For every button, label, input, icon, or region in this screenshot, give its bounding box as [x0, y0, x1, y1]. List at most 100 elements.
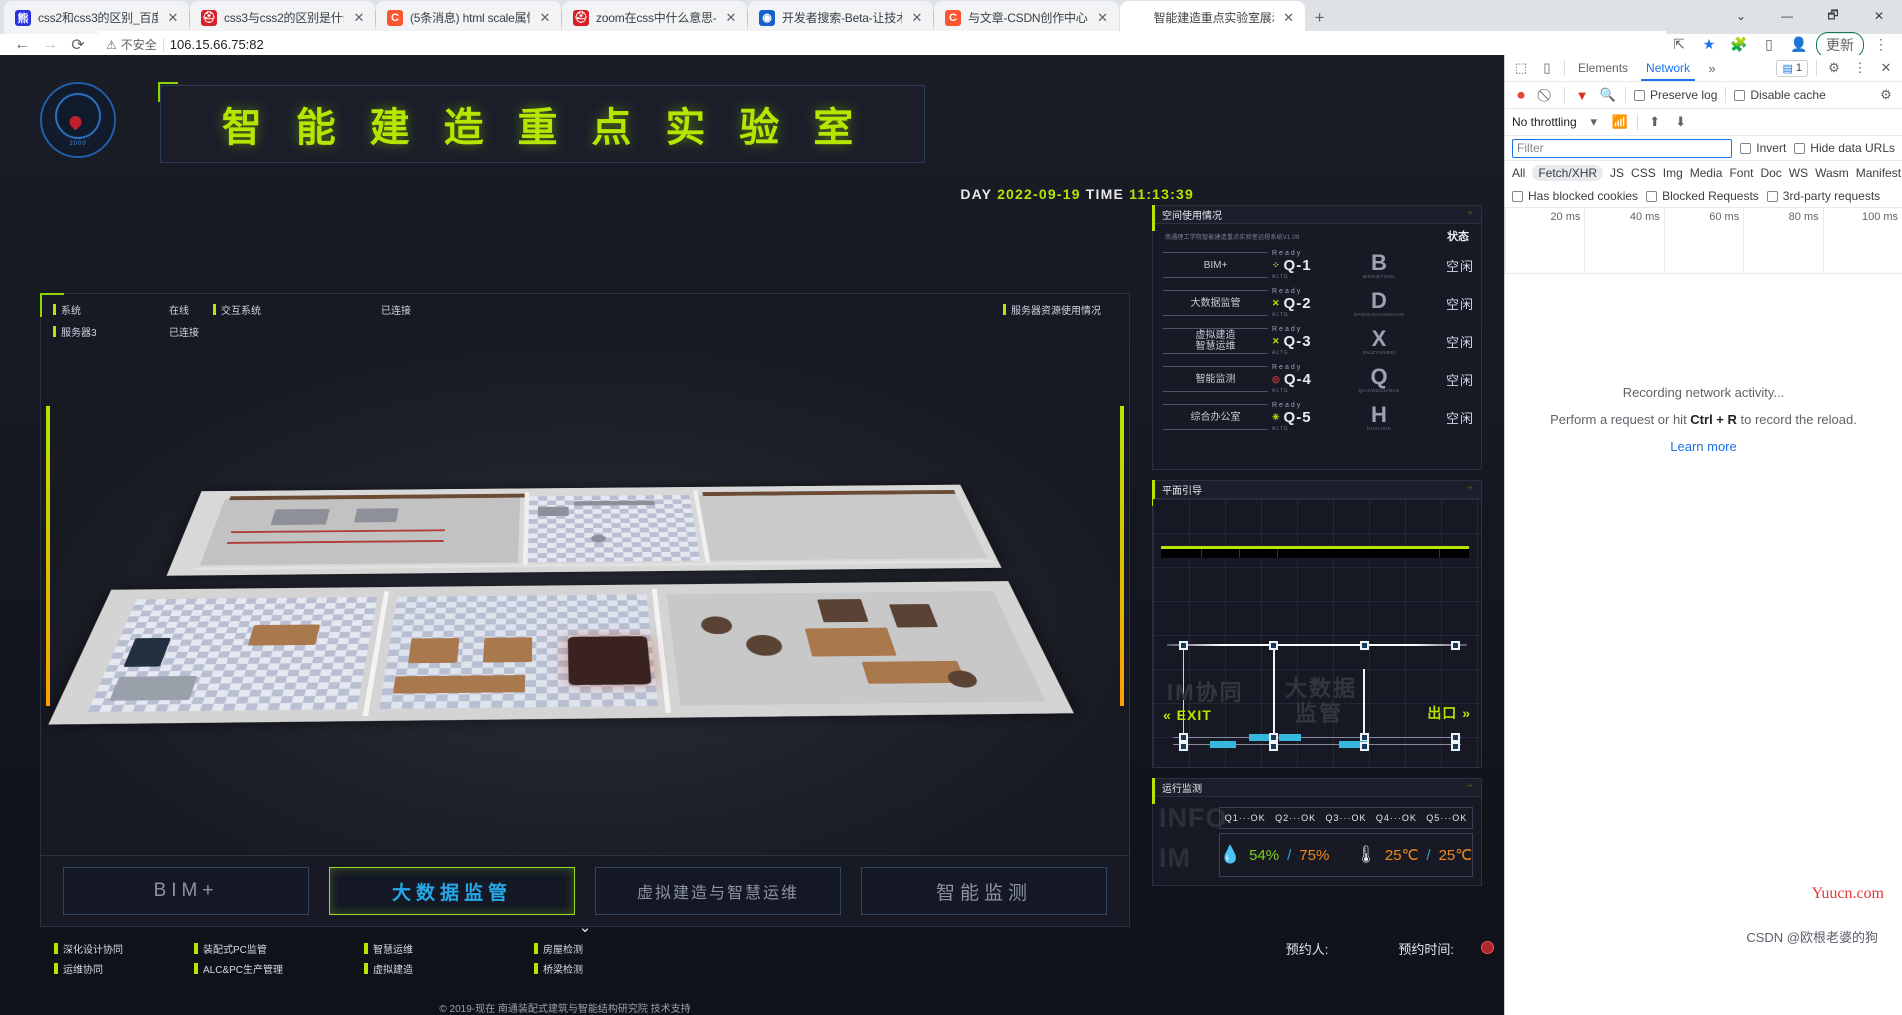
- search-input[interactable]: Filter: [1512, 138, 1733, 158]
- export-icon[interactable]: ⬇: [1672, 113, 1690, 131]
- alt-label: ALTG: [1272, 426, 1289, 432]
- temperature-current: 25℃: [1384, 847, 1419, 864]
- browser-tab[interactable]: ◉ 开发者搜索-Beta-让技术搜索更... ✕: [748, 1, 934, 34]
- has-blocked-cookies-checkbox[interactable]: Has blocked cookies: [1512, 189, 1638, 203]
- type-css[interactable]: CSS: [1631, 166, 1656, 180]
- browser-tab[interactable]: 熊 css2和css3的区别_百度搜索 ✕: [4, 1, 190, 34]
- type-font[interactable]: Font: [1729, 166, 1753, 180]
- browser-tab[interactable]: C 与文章-CSDN创作中心 ✕: [934, 1, 1119, 34]
- ghost-im-label: IM: [1159, 843, 1191, 873]
- record-icon[interactable]: ⏺: [1512, 86, 1530, 104]
- devtools-menu-icon[interactable]: ⋮: [1851, 59, 1869, 77]
- close-icon[interactable]: ✕: [537, 10, 553, 26]
- tab-smart-monitoring[interactable]: 智能监测: [861, 867, 1107, 915]
- type-img[interactable]: Img: [1663, 166, 1683, 180]
- close-icon[interactable]: ✕: [1281, 10, 1297, 26]
- type-all[interactable]: All: [1512, 166, 1525, 180]
- day-value: 2022-09-19: [997, 186, 1081, 202]
- search-icon[interactable]: 🔍: [1599, 86, 1617, 104]
- device-icon[interactable]: ▯: [1756, 32, 1782, 58]
- inspect-element-icon[interactable]: ⬚: [1512, 59, 1530, 77]
- hide-data-urls-checkbox[interactable]: Hide data URLs: [1794, 141, 1895, 155]
- network-timeline[interactable]: 20 ms 40 ms 60 ms 80 ms 100 ms: [1505, 208, 1902, 274]
- checkbox[interactable]: [1512, 190, 1523, 202]
- checkbox[interactable]: [1766, 190, 1778, 202]
- close-window-icon[interactable]: ✕: [1856, 0, 1902, 32]
- profile-icon[interactable]: 👤: [1786, 32, 1812, 58]
- tab-elements[interactable]: Elements: [1573, 55, 1633, 81]
- browser-tab[interactable]: C (5条消息) html scale属性,scale... ✕: [376, 1, 562, 34]
- blocked-requests-checkbox[interactable]: Blocked Requests: [1646, 189, 1759, 203]
- filter-icon[interactable]: ▼: [1573, 86, 1591, 104]
- chevron-down-icon[interactable]: ▾: [1585, 113, 1603, 131]
- status-indicator-dot[interactable]: [1481, 941, 1494, 954]
- new-tab-button[interactable]: +: [1306, 4, 1334, 32]
- close-icon[interactable]: ✕: [351, 10, 367, 26]
- type-manifest[interactable]: Manifest: [1856, 166, 1901, 180]
- table-row[interactable]: 虚拟建造 智慧运维 Ready ✕ Q-3 ALTG X XNJZYUNWEI 空…: [1153, 322, 1481, 360]
- browser-tab[interactable]: ⛑ zoom在css中什么意思-css教程 ✕: [562, 1, 748, 34]
- checkbox[interactable]: [1740, 142, 1752, 154]
- throttle-value[interactable]: No throttling: [1512, 115, 1577, 129]
- table-row[interactable]: 综合办公室 Ready ✳ Q-5 ALTG H HUAYISHI 空闲: [1153, 398, 1481, 436]
- checkbox[interactable]: [1794, 142, 1806, 154]
- close-icon[interactable]: ✕: [165, 10, 181, 26]
- tab-bim-plus[interactable]: BIM+: [63, 867, 309, 915]
- third-party-requests-checkbox[interactable]: 3rd-party requests: [1766, 189, 1880, 203]
- chevron-down-icon[interactable]: ⌄: [1718, 0, 1764, 32]
- update-button[interactable]: 更新: [1816, 31, 1864, 58]
- checkbox[interactable]: [1734, 89, 1746, 101]
- clear-icon[interactable]: ⃠: [1538, 86, 1556, 104]
- not-secure-icon[interactable]: ⚠ 不安全: [106, 36, 157, 53]
- disable-cache-checkbox[interactable]: Disable cache: [1734, 88, 1826, 102]
- device-toolbar-icon[interactable]: ▯: [1538, 59, 1556, 77]
- chrome-menu-icon[interactable]: ⋮: [1868, 32, 1894, 58]
- tab-virtual-construction[interactable]: 虚拟建造与智慧运维: [595, 867, 841, 915]
- type-doc[interactable]: Doc: [1760, 166, 1781, 180]
- browser-tab-active[interactable]: ▼ 智能建造重点实验室展示大屏 ✕: [1119, 1, 1305, 34]
- building-3d-render[interactable]: [42, 346, 1128, 856]
- browser-tab[interactable]: ⛑ css3与css2的区别是什么-前端... ✕: [190, 1, 376, 34]
- chevron-down-icon[interactable]: ⌄: [579, 918, 592, 936]
- page-viewport: 2000 智 能 建 造 重 点 实 验 室 DAY 2022-09-19 TI…: [0, 55, 1504, 1015]
- close-icon[interactable]: ✕: [1095, 10, 1111, 26]
- share-icon[interactable]: ⇱: [1666, 32, 1692, 58]
- type-fetch-xhr[interactable]: Fetch/XHR: [1532, 165, 1604, 181]
- more-tabs-icon[interactable]: »: [1703, 59, 1721, 77]
- tab-bigdata-supervision[interactable]: 大数据监管: [329, 867, 575, 915]
- minimize-icon[interactable]: —: [1764, 0, 1810, 32]
- learn-more-link[interactable]: Learn more: [1505, 439, 1902, 454]
- wifi-icon[interactable]: 📶: [1611, 113, 1629, 131]
- bookmark-star-icon[interactable]: ★: [1696, 32, 1722, 58]
- table-row[interactable]: BIM+ Ready ⁘ Q-1 ALTG B BIMXIETONG 空闲: [1153, 246, 1481, 284]
- tab-network[interactable]: Network: [1641, 55, 1696, 81]
- gear-icon[interactable]: ⚙: [1825, 59, 1843, 77]
- invert-checkbox[interactable]: Invert: [1740, 141, 1786, 155]
- exit-right-label: 出口 »: [1427, 705, 1471, 721]
- table-row[interactable]: 大数据监管 Ready ✕ Q-2 ALTG D DASHUJUJIANGUAN …: [1153, 284, 1481, 322]
- close-icon[interactable]: ✕: [723, 10, 739, 26]
- type-media[interactable]: Media: [1690, 166, 1723, 180]
- legend-item: 运维协同: [63, 965, 103, 976]
- floor-plan[interactable]: IM协同 大数据 监管 « EXIT 出口 »: [1153, 499, 1481, 767]
- panel-title: 空间使用情况: [1153, 206, 1481, 224]
- preserve-log-checkbox[interactable]: Preserve log: [1634, 88, 1717, 102]
- type-ws[interactable]: WS: [1789, 166, 1808, 180]
- status-badge: 空闲: [1445, 296, 1474, 312]
- network-settings-gear-icon[interactable]: ⚙: [1877, 86, 1895, 104]
- type-wasm[interactable]: Wasm: [1815, 166, 1849, 180]
- circle-icon: ◎: [1272, 374, 1281, 384]
- import-icon[interactable]: ⬆: [1646, 113, 1664, 131]
- close-icon[interactable]: ✕: [909, 10, 925, 26]
- checkbox[interactable]: [1646, 190, 1658, 202]
- maximize-icon[interactable]: 🗗: [1810, 0, 1856, 32]
- letter-sub: HUAYISHI: [1366, 425, 1392, 431]
- issues-badge[interactable]: ▤ 1: [1776, 59, 1808, 77]
- checkbox[interactable]: [1634, 89, 1645, 101]
- type-js[interactable]: JS: [1610, 166, 1624, 180]
- sparkle-icon: ⁘: [1467, 783, 1474, 790]
- status-chip: Q2···OK: [1275, 813, 1317, 823]
- extensions-icon[interactable]: 🧩: [1726, 32, 1752, 58]
- table-row[interactable]: 智能监测 Ready ◎ Q-4 ALTG Q QIAOWEIJIANCE 空闲: [1153, 360, 1481, 398]
- close-icon[interactable]: ✕: [1877, 59, 1895, 77]
